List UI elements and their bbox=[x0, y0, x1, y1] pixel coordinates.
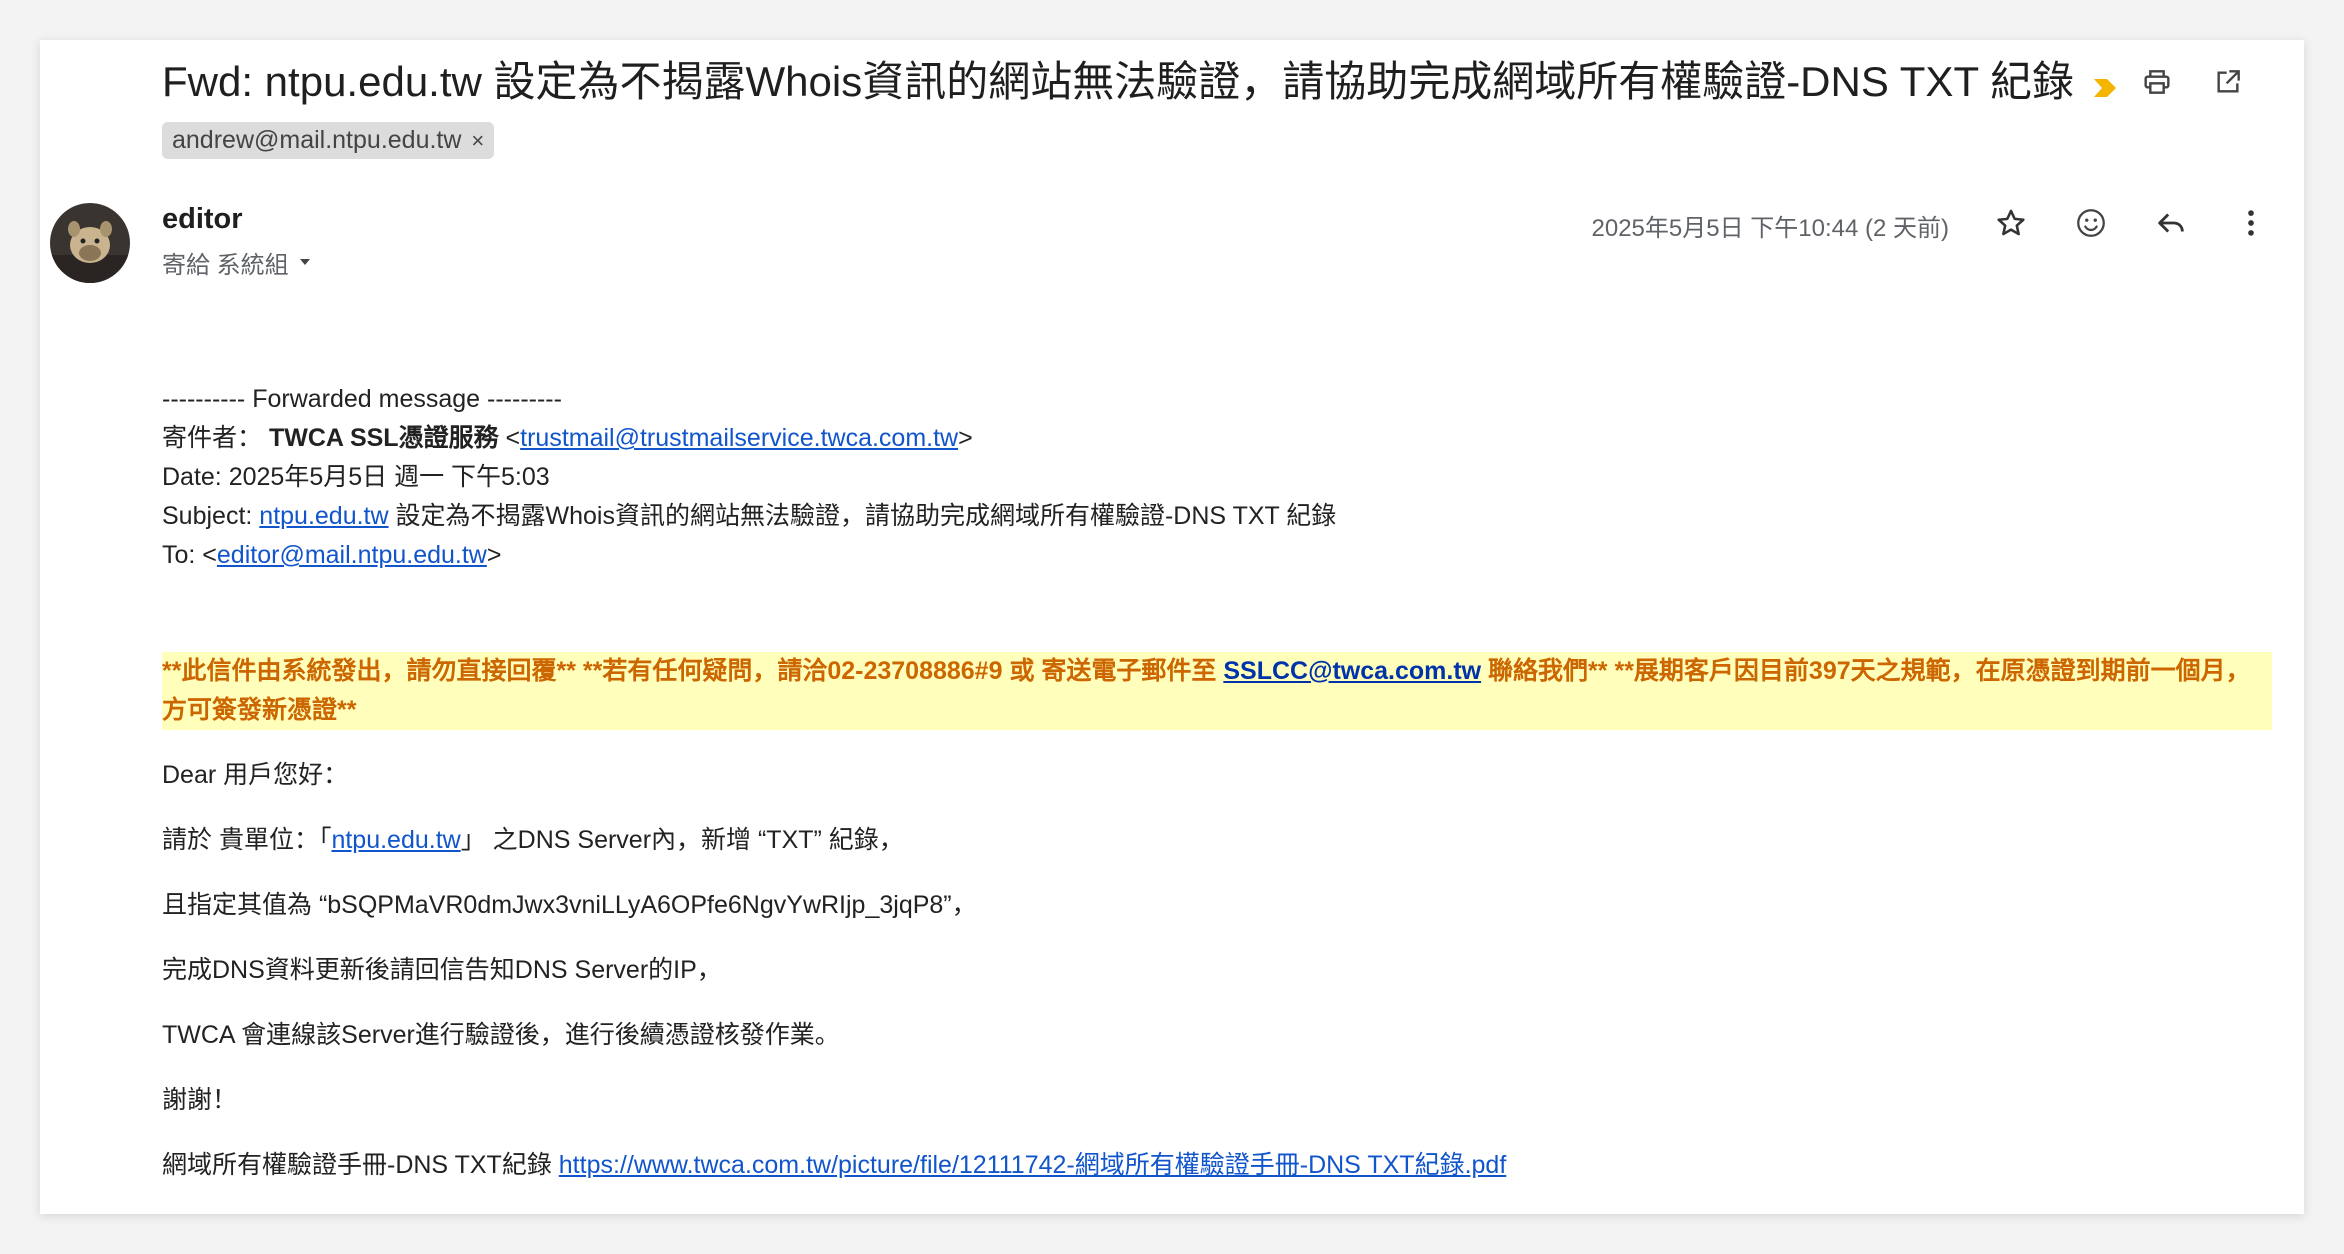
notice-email-link[interactable]: SSLCC@twca.com.tw bbox=[1223, 657, 1481, 685]
label-importance-icon[interactable] bbox=[2092, 57, 2118, 113]
forwarded-subject: Subject: ntpu.edu.tw 設定為不揭露Whois資訊的網站無法驗… bbox=[162, 497, 2272, 536]
forwarded-from-email-link[interactable]: trustmail@trustmailservice.twca.com.tw bbox=[520, 424, 958, 452]
reply-icon[interactable] bbox=[2146, 198, 2196, 248]
email-view: Fwd: ntpu.edu.tw 設定為不揭露Whois資訊的網站無法驗證，請協… bbox=[40, 40, 2304, 1214]
forwarded-subject-text: 設定為不揭露Whois資訊的網站無法驗證，請協助完成網域所有權驗證-DNS TX… bbox=[395, 502, 1337, 530]
notice-text-part1: **此信件由系統發出，請勿直接回覆** **若有任何疑問，請洽02-237088… bbox=[162, 657, 1224, 685]
instruction-domain-link[interactable]: ntpu.edu.tw bbox=[331, 826, 460, 854]
instruction-line-4: TWCA 會連線該Server進行驗證後，進行後續憑證核發作業。 bbox=[162, 1021, 840, 1049]
forwarded-to: To: <editor@mail.ntpu.edu.tw> bbox=[162, 541, 502, 569]
email-body: ---------- Forwarded message --------- 寄… bbox=[162, 380, 2272, 1185]
forwarded-from: 寄件者： TWCA SSL憑證服務 <trustmail@trustmailse… bbox=[162, 424, 973, 452]
print-icon[interactable] bbox=[2135, 60, 2179, 104]
open-in-new-window-icon[interactable] bbox=[2206, 60, 2250, 104]
recipient-label: 寄給 系統組 bbox=[162, 252, 289, 279]
sender-name[interactable]: editor bbox=[162, 203, 243, 236]
thanks-line: 謝謝！ bbox=[162, 1086, 238, 1114]
manual-pdf-link[interactable]: https://www.twca.com.tw/picture/file/121… bbox=[559, 1151, 1507, 1179]
more-vert-icon[interactable] bbox=[2226, 198, 2276, 248]
manual-label: 網域所有權驗證手冊-DNS TXT紀錄 bbox=[162, 1151, 552, 1179]
greeting: Dear 用戶您好： bbox=[162, 761, 349, 789]
forwarded-from-name: TWCA SSL憑證服務 bbox=[268, 424, 499, 452]
forwarded-date: Date: 2025年5月5日 週一 下午5:03 bbox=[162, 463, 550, 491]
system-notice-banner: **此信件由系統發出，請勿直接回覆** **若有任何疑問，請洽02-237088… bbox=[162, 652, 2272, 730]
sender-avatar[interactable] bbox=[50, 203, 130, 283]
email-subject: Fwd: ntpu.edu.tw 設定為不揭露Whois資訊的網站無法驗證，請協… bbox=[162, 54, 2142, 169]
instruction-line-1: 請於 貴單位：「ntpu.edu.tw」 之DNS Server內，新增 “TX… bbox=[162, 821, 2272, 860]
forwarded-subject-domain-link[interactable]: ntpu.edu.tw bbox=[259, 502, 388, 530]
forwarded-from-label: 寄件者： bbox=[162, 424, 263, 452]
manual-line: 網域所有權驗證手冊-DNS TXT紀錄 https://www.twca.com… bbox=[162, 1146, 2272, 1185]
label-chip-text: andrew@mail.ntpu.edu.tw bbox=[172, 126, 462, 155]
instruction-1-pre: 請於 貴單位：「 bbox=[162, 826, 332, 854]
label-chip-remove-icon[interactable]: × bbox=[471, 128, 484, 153]
forwarded-header: ---------- Forwarded message --------- bbox=[162, 385, 562, 413]
subject-text: Fwd: ntpu.edu.tw 設定為不揭露Whois資訊的網站無法驗證，請協… bbox=[162, 58, 2075, 105]
instruction-1-post: 」 之DNS Server內，新增 “TXT” 紀錄， bbox=[460, 826, 904, 854]
instruction-line-2: 且指定其值為 “bSQPMaVR0dmJwx3vniLLyA6OPfe6NgvY… bbox=[162, 891, 977, 919]
star-icon[interactable] bbox=[1986, 198, 2036, 248]
forwarded-to-label: To: bbox=[162, 541, 196, 569]
dropdown-arrow-icon[interactable] bbox=[297, 249, 313, 277]
instruction-line-3: 完成DNS資料更新後請回信告知DNS Server的IP， bbox=[162, 956, 722, 984]
emoji-reaction-icon[interactable] bbox=[2066, 198, 2116, 248]
email-date: 2025年5月5日 下午10:44 (2 天前) bbox=[1591, 215, 1949, 242]
forwarded-subject-label: Subject: bbox=[162, 502, 253, 530]
recipient-details[interactable]: 寄給 系統組 bbox=[162, 245, 313, 280]
forwarded-to-email-link[interactable]: editor@mail.ntpu.edu.tw bbox=[217, 541, 487, 569]
label-chip[interactable]: andrew@mail.ntpu.edu.tw × bbox=[162, 122, 495, 160]
